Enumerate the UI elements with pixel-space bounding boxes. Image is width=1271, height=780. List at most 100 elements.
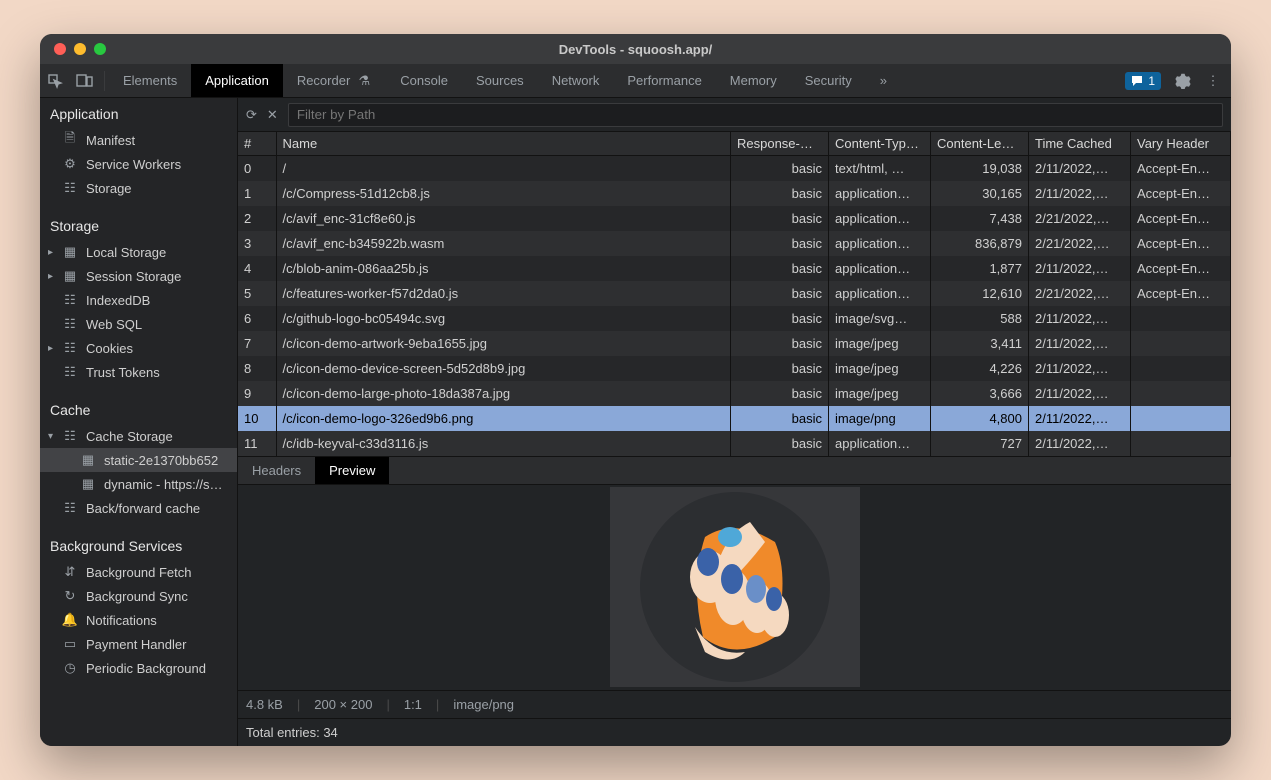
close-icon[interactable] bbox=[54, 43, 66, 55]
status-mime: image/png bbox=[453, 697, 514, 712]
table-row[interactable]: 7/c/icon-demo-artwork-9eba1655.jpgbasici… bbox=[238, 331, 1231, 356]
table-row[interactable]: 2/c/avif_enc-31cf8e60.jsbasicapplication… bbox=[238, 206, 1231, 231]
col-response[interactable]: Response-… bbox=[731, 132, 829, 156]
sidebar-item-cookies[interactable]: ☷Cookies bbox=[40, 336, 237, 360]
minimize-icon[interactable] bbox=[74, 43, 86, 55]
gear-icon[interactable] bbox=[1175, 73, 1191, 89]
col-vary-header[interactable]: Vary Header bbox=[1131, 132, 1231, 156]
table-row[interactable]: 6/c/github-logo-bc05494c.svgbasicimage/s… bbox=[238, 306, 1231, 331]
card-icon: ▭ bbox=[62, 636, 78, 652]
sidebar-item-websql[interactable]: ☷Web SQL bbox=[40, 312, 237, 336]
tab-memory[interactable]: Memory bbox=[716, 64, 791, 97]
sidebar-item-manifest[interactable]: 🗎Manifest bbox=[40, 128, 237, 152]
application-sidebar: Application 🗎Manifest ⚙Service Workers ☷… bbox=[40, 98, 238, 746]
col-content-length[interactable]: Content-Le… bbox=[931, 132, 1029, 156]
sync-icon: ⇵ bbox=[62, 564, 78, 580]
tab-application[interactable]: Application bbox=[191, 64, 283, 97]
section-application: Application bbox=[40, 98, 237, 128]
sidebar-item-indexeddb[interactable]: ☷IndexedDB bbox=[40, 288, 237, 312]
tab-sources[interactable]: Sources bbox=[462, 64, 538, 97]
table-header-row: # Name Response-… Content-Typ… Content-L… bbox=[238, 132, 1231, 156]
database-icon: ☷ bbox=[62, 364, 78, 380]
database-icon: ☷ bbox=[62, 180, 78, 196]
sidebar-item-trust-tokens[interactable]: ☷Trust Tokens bbox=[40, 360, 237, 384]
refresh-icon[interactable]: ⟳ bbox=[246, 107, 257, 123]
table-row[interactable]: 10/c/icon-demo-logo-326ed9b6.pngbasicima… bbox=[238, 406, 1231, 431]
status-ratio: 1:1 bbox=[404, 697, 422, 712]
sidebar-item-payment-handler[interactable]: ▭Payment Handler bbox=[40, 632, 237, 656]
preview-statusbar: 4.8 kB| 200 × 200| 1:1| image/png bbox=[238, 690, 1231, 718]
refresh-icon: ↻ bbox=[62, 588, 78, 604]
flask-icon: ⚗ bbox=[356, 73, 372, 89]
sidebar-item-storage[interactable]: ☷Storage bbox=[40, 176, 237, 200]
sidebar-item-session-storage[interactable]: ▦Session Storage bbox=[40, 264, 237, 288]
col-name[interactable]: Name bbox=[276, 132, 731, 156]
sidebar-item-periodic-bg[interactable]: ◷Periodic Background bbox=[40, 656, 237, 680]
status-dims: 200 × 200 bbox=[314, 697, 372, 712]
devtools-window: DevTools - squoosh.app/ Elements Applica… bbox=[40, 34, 1231, 746]
tab-list: Elements Application Recorder⚗ Console S… bbox=[109, 64, 901, 97]
table-row[interactable]: 8/c/icon-demo-device-screen-5d52d8b9.jpg… bbox=[238, 356, 1231, 381]
database-icon: ☷ bbox=[62, 500, 78, 516]
tab-network[interactable]: Network bbox=[538, 64, 614, 97]
cache-table: # Name Response-… Content-Typ… Content-L… bbox=[238, 132, 1231, 456]
table-row[interactable]: 3/c/avif_enc-b345922b.wasmbasicapplicati… bbox=[238, 231, 1231, 256]
sidebar-item-local-storage[interactable]: ▦Local Storage bbox=[40, 240, 237, 264]
table-row[interactable]: 4/c/blob-anim-086aa25b.jsbasicapplicatio… bbox=[238, 256, 1231, 281]
clock-icon: ◷ bbox=[62, 660, 78, 676]
gear-icon: ⚙ bbox=[62, 156, 78, 172]
section-bg-services: Background Services bbox=[40, 530, 237, 560]
detail-tabs: Headers Preview bbox=[238, 456, 1231, 485]
tab-security[interactable]: Security bbox=[791, 64, 866, 97]
sidebar-item-bg-fetch[interactable]: ⇵Background Fetch bbox=[40, 560, 237, 584]
col-content-type[interactable]: Content-Typ… bbox=[829, 132, 931, 156]
more-tabs-icon[interactable]: » bbox=[866, 64, 901, 97]
table-row[interactable]: 5/c/features-worker-f57d2da0.jsbasicappl… bbox=[238, 281, 1231, 306]
subtab-headers[interactable]: Headers bbox=[238, 457, 315, 484]
message-icon bbox=[1131, 75, 1143, 87]
sidebar-item-bg-sync[interactable]: ↻Background Sync bbox=[40, 584, 237, 608]
issues-badge[interactable]: 1 bbox=[1125, 72, 1161, 90]
zoom-icon[interactable] bbox=[94, 43, 106, 55]
device-icon[interactable] bbox=[70, 66, 100, 96]
subtab-preview[interactable]: Preview bbox=[315, 457, 389, 484]
close-icon[interactable]: ✕ bbox=[267, 107, 278, 123]
filter-bar: ⟳ ✕ bbox=[238, 98, 1231, 132]
inspect-icon[interactable] bbox=[40, 66, 70, 96]
sidebar-item-service-workers[interactable]: ⚙Service Workers bbox=[40, 152, 237, 176]
devtools-tabbar: Elements Application Recorder⚗ Console S… bbox=[40, 64, 1231, 98]
sidebar-item-cache-dynamic[interactable]: ▦dynamic - https://s… bbox=[40, 472, 237, 496]
table-icon: ▦ bbox=[80, 476, 96, 492]
table-icon: ▦ bbox=[62, 268, 78, 284]
window-title: DevTools - squoosh.app/ bbox=[40, 42, 1231, 57]
col-index[interactable]: # bbox=[238, 132, 276, 156]
table-icon: ▦ bbox=[80, 452, 96, 468]
sidebar-item-bfcache[interactable]: ☷Back/forward cache bbox=[40, 496, 237, 520]
table-row[interactable]: 0/basictext/html, …19,0382/11/2022,…Acce… bbox=[238, 156, 1231, 181]
table-row[interactable]: 9/c/icon-demo-large-photo-18da387a.jpgba… bbox=[238, 381, 1231, 406]
sidebar-item-cache-static[interactable]: ▦static-2e1370bb652 bbox=[40, 448, 237, 472]
tab-console[interactable]: Console bbox=[386, 64, 462, 97]
footer: Total entries: 34 bbox=[238, 718, 1231, 746]
filter-input[interactable] bbox=[288, 103, 1223, 127]
table-row[interactable]: 1/c/Compress-51d12cb8.jsbasicapplication… bbox=[238, 181, 1231, 206]
preview-pane bbox=[238, 485, 1231, 691]
cookie-icon: ☷ bbox=[62, 340, 78, 356]
tab-performance[interactable]: Performance bbox=[613, 64, 715, 97]
section-cache: Cache bbox=[40, 394, 237, 424]
section-storage: Storage bbox=[40, 210, 237, 240]
traffic-lights bbox=[54, 43, 106, 55]
document-icon: 🗎 bbox=[62, 132, 78, 148]
sidebar-item-cache-storage[interactable]: ☷Cache Storage bbox=[40, 424, 237, 448]
kebab-icon[interactable]: ⋮ bbox=[1205, 73, 1221, 89]
status-size: 4.8 kB bbox=[246, 697, 283, 712]
table-row[interactable]: 11/c/idb-keyval-c33d3116.jsbasicapplicat… bbox=[238, 431, 1231, 456]
bell-icon: 🔔 bbox=[62, 612, 78, 628]
database-icon: ☷ bbox=[62, 316, 78, 332]
tab-elements[interactable]: Elements bbox=[109, 64, 191, 97]
tab-recorder[interactable]: Recorder⚗ bbox=[283, 64, 386, 97]
table-icon: ▦ bbox=[62, 244, 78, 260]
sidebar-item-notifications[interactable]: 🔔Notifications bbox=[40, 608, 237, 632]
col-time-cached[interactable]: Time Cached bbox=[1029, 132, 1131, 156]
database-icon: ☷ bbox=[62, 428, 78, 444]
